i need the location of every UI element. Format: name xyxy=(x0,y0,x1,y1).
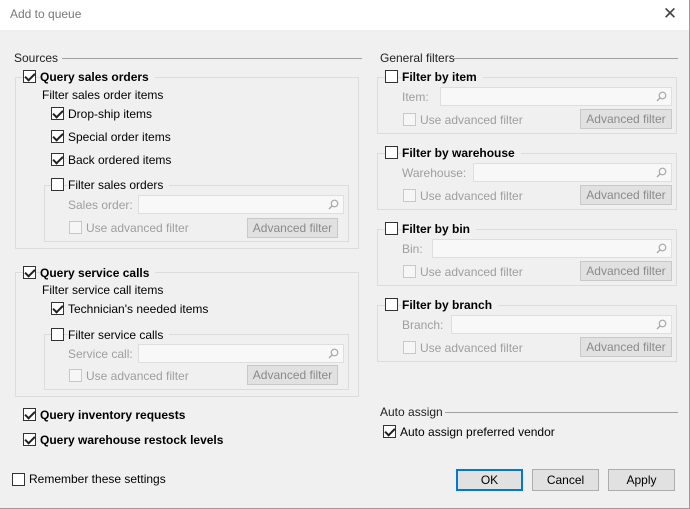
technicians-needed-items-label: Technician's needed items xyxy=(68,302,209,316)
back-ordered-items-checkbox[interactable] xyxy=(51,153,64,166)
window-title: Add to queue xyxy=(10,7,82,21)
back-ordered-items-label: Back ordered items xyxy=(68,153,172,167)
item-advanced-checkbox[interactable] xyxy=(403,113,416,126)
item-advanced-label: Use advanced filter xyxy=(420,113,523,127)
search-icon xyxy=(656,91,667,102)
remember-settings-label: Remember these settings xyxy=(29,472,166,486)
filter-sales-orders-checkbox[interactable] xyxy=(51,178,64,191)
special-order-items-checkbox[interactable] xyxy=(51,130,64,143)
warehouse-advanced-checkbox[interactable] xyxy=(403,189,416,202)
query-service-calls-label: Query service calls xyxy=(40,266,156,280)
filter-sales-order-items-heading: Filter sales order items xyxy=(42,88,164,102)
filter-by-warehouse-checkbox[interactable] xyxy=(385,146,398,159)
service-call-input[interactable] xyxy=(138,344,344,363)
drop-ship-items-label: Drop-ship items xyxy=(68,107,153,121)
search-icon xyxy=(328,199,339,210)
service-call-advanced-filter-button[interactable]: Advanced filter xyxy=(247,365,338,385)
sales-order-field-label: Sales order: xyxy=(68,198,133,212)
technicians-needed-items-checkbox[interactable] xyxy=(51,302,64,315)
title-bar: Add to queue ✕ xyxy=(0,0,689,30)
search-icon xyxy=(656,319,667,330)
bin-advanced-label: Use advanced filter xyxy=(420,265,523,279)
query-sales-orders-checkbox[interactable] xyxy=(23,70,36,83)
filter-by-bin-label: Filter by bin xyxy=(402,222,477,236)
close-icon[interactable]: ✕ xyxy=(661,5,679,23)
item-advanced-filter-button[interactable]: Advanced filter xyxy=(580,109,672,129)
warehouse-input[interactable] xyxy=(473,163,672,182)
filter-service-calls-checkbox[interactable] xyxy=(51,328,64,341)
branch-input[interactable] xyxy=(451,315,672,334)
query-inventory-requests-label: Query inventory requests xyxy=(40,408,186,422)
filter-by-branch-checkbox[interactable] xyxy=(385,298,398,311)
branch-advanced-label: Use advanced filter xyxy=(420,341,523,355)
filter-service-call-items-heading: Filter service call items xyxy=(42,283,164,297)
special-order-items-label: Special order items xyxy=(68,130,171,144)
bin-input[interactable] xyxy=(432,239,672,258)
remember-settings-checkbox[interactable] xyxy=(12,473,25,486)
warehouse-advanced-label: Use advanced filter xyxy=(420,189,523,203)
general-filters-heading: General filters xyxy=(380,51,455,65)
filter-by-bin-checkbox[interactable] xyxy=(385,222,398,235)
item-field-label: Item: xyxy=(402,90,429,104)
auto-assign-vendor-checkbox[interactable] xyxy=(383,425,396,438)
filter-by-item-label: Filter by item xyxy=(402,70,483,84)
sales-order-advanced-label: Use advanced filter xyxy=(86,221,189,235)
drop-ship-items-checkbox[interactable] xyxy=(51,107,64,120)
sales-order-input[interactable] xyxy=(138,195,344,214)
query-warehouse-restock-label: Query warehouse restock levels xyxy=(40,433,224,447)
apply-button[interactable]: Apply xyxy=(608,469,675,491)
sales-order-advanced-checkbox[interactable] xyxy=(69,221,82,234)
search-icon xyxy=(656,167,667,178)
service-call-advanced-checkbox[interactable] xyxy=(69,369,82,382)
search-icon xyxy=(328,348,339,359)
query-inventory-requests-checkbox[interactable] xyxy=(23,408,36,421)
service-call-advanced-label: Use advanced filter xyxy=(86,369,189,383)
auto-assign-heading: Auto assign xyxy=(380,405,443,419)
auto-assign-vendor-label: Auto assign preferred vendor xyxy=(400,425,555,439)
search-icon xyxy=(656,243,667,254)
service-call-field-label: Service call: xyxy=(68,347,133,361)
query-sales-orders-label: Query sales orders xyxy=(40,70,155,84)
general-filters-divider xyxy=(454,58,678,59)
branch-field-label: Branch: xyxy=(402,318,444,332)
filter-sales-orders-label: Filter sales orders xyxy=(68,178,170,192)
auto-assign-divider xyxy=(445,412,678,413)
filter-by-warehouse-label: Filter by warehouse xyxy=(402,146,521,160)
warehouse-field-label: Warehouse: xyxy=(402,166,467,180)
sources-heading: Sources xyxy=(14,51,59,65)
warehouse-advanced-filter-button[interactable]: Advanced filter xyxy=(580,185,672,205)
bin-advanced-checkbox[interactable] xyxy=(403,265,416,278)
filter-by-branch-label: Filter by branch xyxy=(402,298,499,312)
item-input[interactable] xyxy=(440,87,672,106)
branch-advanced-filter-button[interactable]: Advanced filter xyxy=(580,337,672,357)
bin-field-label: Bin: xyxy=(402,242,423,256)
bin-advanced-filter-button[interactable]: Advanced filter xyxy=(580,261,672,281)
query-warehouse-restock-checkbox[interactable] xyxy=(23,433,36,446)
sales-order-advanced-filter-button[interactable]: Advanced filter xyxy=(247,218,338,238)
branch-advanced-checkbox[interactable] xyxy=(403,341,416,354)
query-service-calls-checkbox[interactable] xyxy=(23,266,36,279)
add-to-queue-dialog: Add to queue ✕ Sources Query sales order… xyxy=(0,0,690,509)
filter-service-calls-label: Filter service calls xyxy=(68,328,170,342)
ok-button[interactable]: OK xyxy=(456,469,523,491)
sources-divider xyxy=(62,58,362,59)
cancel-button[interactable]: Cancel xyxy=(532,469,599,491)
filter-by-item-checkbox[interactable] xyxy=(385,70,398,83)
